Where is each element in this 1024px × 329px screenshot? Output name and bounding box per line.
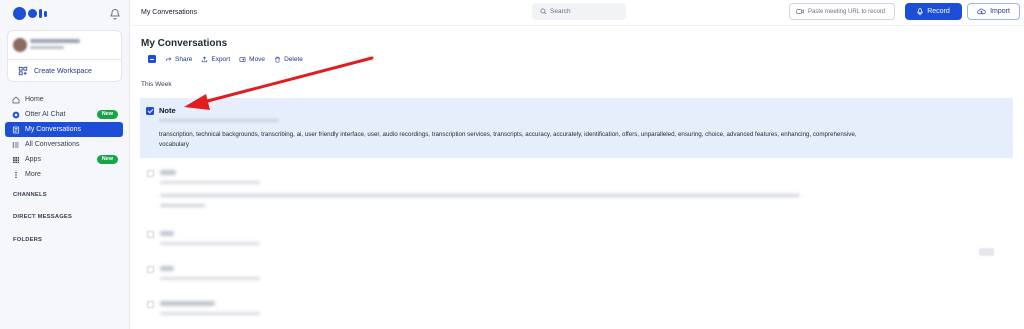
row-checkbox[interactable]	[147, 231, 154, 238]
divider	[8, 59, 121, 60]
search-input[interactable]: Search	[532, 3, 626, 20]
group-label: This Week	[141, 81, 172, 88]
redacted-user-name	[30, 39, 80, 43]
redacted-meta	[160, 312, 260, 315]
redacted-title	[160, 266, 174, 271]
annotation-arrow	[184, 56, 374, 110]
export-label: Export	[211, 55, 231, 63]
logo-circle-small	[28, 9, 37, 18]
create-workspace-label: Create Workspace	[34, 67, 92, 75]
redacted-meta	[159, 119, 279, 122]
sidebar: Create Workspace Home Otter AI Chat New …	[0, 0, 130, 329]
otter-logo[interactable]	[13, 7, 47, 20]
conversation-row-selected[interactable]: Note transcription, technical background…	[140, 98, 1013, 158]
redacted-title	[160, 231, 174, 236]
share-icon	[165, 56, 172, 61]
export-icon	[202, 55, 208, 62]
export-button[interactable]: Export	[201, 56, 230, 63]
delete-button[interactable]: Delete	[274, 56, 303, 63]
row-checkbox[interactable]	[146, 107, 154, 115]
bell-icon[interactable]	[109, 8, 121, 20]
floating-chip	[979, 248, 994, 256]
conversations-icon	[12, 126, 20, 133]
new-badge: New	[96, 110, 118, 119]
meeting-url-placeholder: Paste meeting URL to record	[808, 8, 886, 15]
create-workspace-button[interactable]: Create Workspace	[18, 66, 92, 76]
conversation-title[interactable]: Note	[159, 106, 176, 115]
import-button[interactable]: Import	[967, 3, 1020, 20]
chat-icon	[12, 111, 20, 118]
sidebar-item-more[interactable]: More	[5, 167, 123, 182]
sidebar-nav: Home Otter AI Chat New My Conversations …	[5, 92, 123, 182]
direct-messages-section[interactable]: DIRECT MESSAGES	[13, 214, 72, 220]
meeting-url-input[interactable]: Paste meeting URL to record	[789, 3, 895, 20]
sidebar-item-label: Home	[25, 96, 44, 103]
sidebar-item-otter-ai-chat[interactable]: Otter AI Chat New	[5, 107, 123, 122]
logo-bar-short	[44, 10, 47, 17]
workspace-card: Create Workspace	[7, 30, 122, 82]
sidebar-item-my-conversations[interactable]: My Conversations	[5, 122, 123, 137]
redacted-meta	[160, 242, 260, 245]
cloud-upload-icon	[977, 8, 986, 15]
redacted-keywords	[160, 204, 205, 207]
move-icon	[239, 56, 246, 62]
row-checkbox[interactable]	[147, 170, 154, 177]
select-all-checkbox[interactable]	[148, 55, 156, 63]
sidebar-item-label: More	[25, 171, 41, 178]
workspace-icon	[18, 66, 28, 76]
sidebar-item-label: All Conversations	[25, 141, 80, 148]
top-bar: My Conversations Search Paste meeting UR…	[131, 0, 1024, 26]
sidebar-item-label: Apps	[25, 156, 41, 163]
trash-icon	[275, 56, 280, 62]
redacted-keywords	[160, 194, 800, 197]
new-badge: New	[96, 155, 118, 164]
redacted-user-email	[30, 46, 64, 49]
share-button[interactable]: Share	[165, 56, 192, 63]
logo-bar	[39, 9, 42, 18]
row-checkbox[interactable]	[147, 301, 154, 308]
more-vertical-icon	[15, 171, 17, 178]
sidebar-item-all-conversations[interactable]: All Conversations	[5, 137, 123, 152]
folders-section[interactable]: FOLDERS	[13, 237, 42, 243]
home-icon	[12, 96, 20, 103]
sidebar-item-label: My Conversations	[25, 126, 82, 133]
logo-circle	[13, 7, 26, 20]
record-button[interactable]: Record	[905, 3, 962, 20]
page-title: My Conversations	[141, 9, 198, 16]
delete-label: Delete	[284, 55, 303, 63]
sidebar-item-apps[interactable]: Apps New	[5, 152, 123, 167]
avatar[interactable]	[13, 38, 27, 52]
redacted-meta	[160, 277, 260, 280]
import-label: Import	[990, 8, 1010, 15]
redacted-title	[160, 170, 176, 175]
main-title: My Conversations	[141, 38, 228, 49]
move-button[interactable]: Move	[239, 56, 265, 63]
redacted-meta	[160, 181, 260, 184]
share-label: Share	[175, 55, 193, 63]
list-icon	[12, 141, 19, 148]
search-icon	[540, 8, 547, 15]
microphone-icon	[917, 7, 923, 15]
row-checkbox[interactable]	[147, 266, 154, 273]
record-label: Record	[927, 8, 950, 15]
sidebar-item-label: Otter AI Chat	[25, 111, 66, 118]
apps-grid-icon	[13, 156, 19, 163]
channels-section[interactable]: CHANNELS	[13, 192, 47, 198]
redacted-title	[160, 301, 215, 306]
video-camera-icon	[796, 9, 804, 14]
move-label: Move	[249, 55, 266, 63]
bulk-actions-bar: Share Export Move Delete	[148, 55, 303, 63]
search-placeholder: Search	[550, 8, 571, 15]
conversation-keywords: transcription, technical backgrounds, tr…	[159, 131, 857, 148]
sidebar-item-home[interactable]: Home	[5, 92, 123, 107]
